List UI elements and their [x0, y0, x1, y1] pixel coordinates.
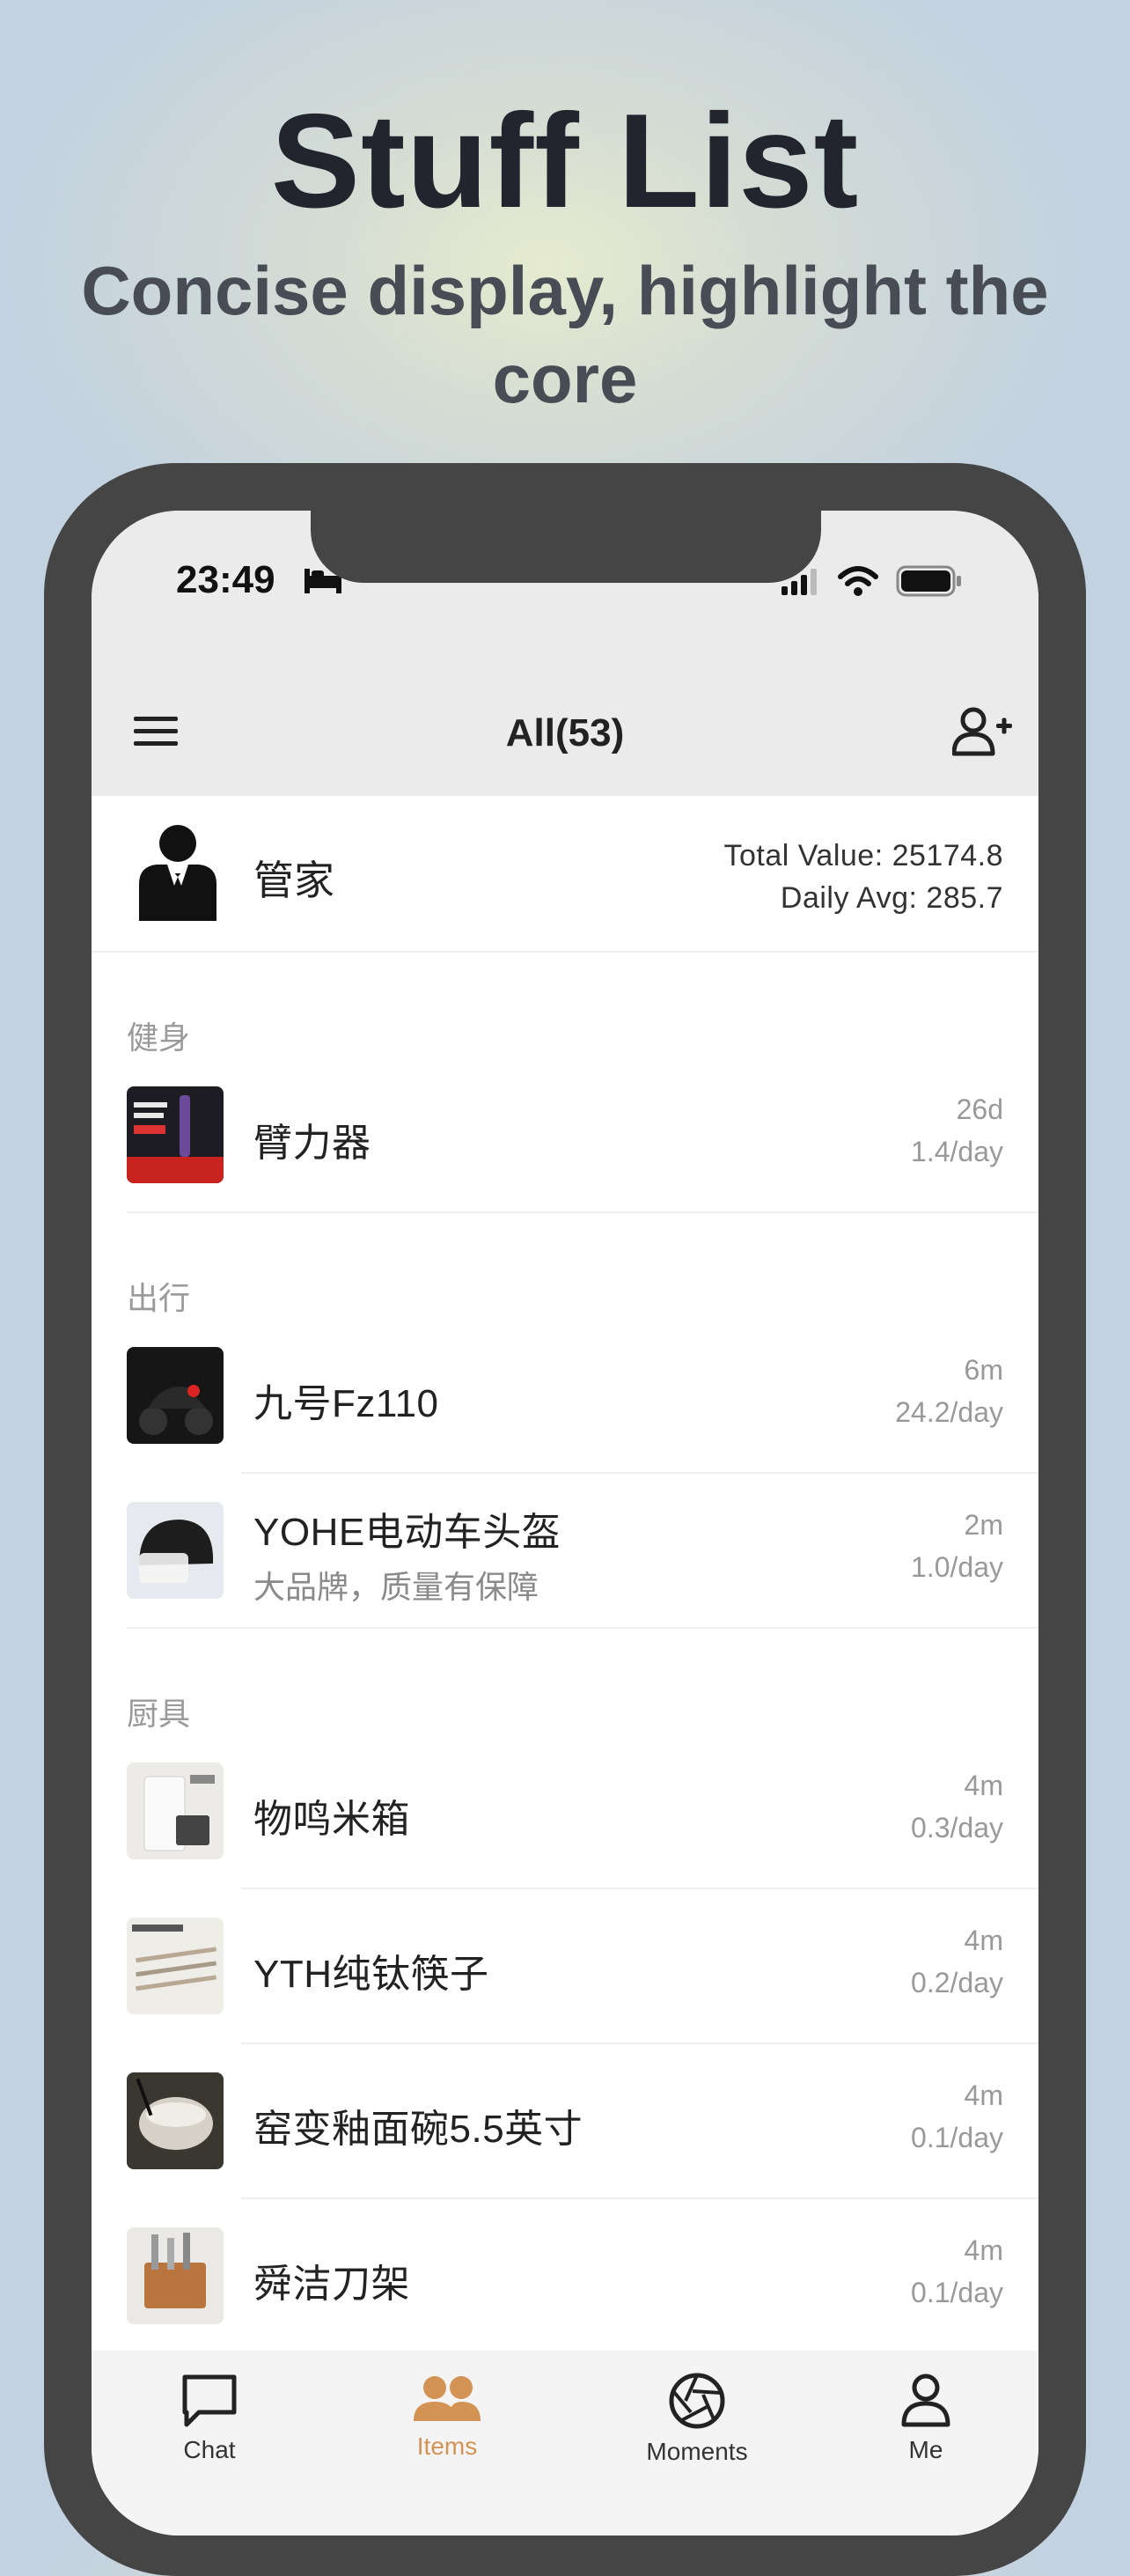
- tab-moments-label: Moments: [646, 2438, 748, 2465]
- item-per-day: 0.3/day: [911, 1812, 1003, 1844]
- item-name: 九号Fz110: [253, 1382, 439, 1425]
- tab-items-label: Items: [416, 2432, 478, 2460]
- item-duration: 4m: [964, 1925, 1003, 1956]
- item-meta: 4m 0.3/day: [911, 1764, 1003, 1849]
- item-per-day: 0.1/day: [911, 2122, 1003, 2153]
- list-item[interactable]: YTH纯钛筷子 4m 0.2/day: [92, 1889, 1038, 2044]
- butler-avatar-icon: [134, 824, 222, 927]
- tab-chat-label: Chat: [183, 2436, 236, 2463]
- tab-chat[interactable]: Chat: [130, 2372, 289, 2464]
- item-note: 大品牌，质量有保障: [253, 1569, 539, 1605]
- item-per-day: 1.4/day: [911, 1136, 1003, 1167]
- item-name: 舜洁刀架: [253, 2263, 410, 2306]
- item-name: YOHE电动车头盔: [253, 1511, 561, 1554]
- list-item[interactable]: 九号Fz110 6m 24.2/day: [92, 1319, 1038, 1474]
- item-thumbnail: [127, 2072, 224, 2169]
- daily-average: Daily Avg: 285.7: [780, 881, 1003, 915]
- add-user-icon[interactable]: [951, 706, 1014, 762]
- item-duration: 4m: [964, 1770, 1003, 1801]
- item-thumbnail: [127, 2227, 224, 2324]
- item-duration: 4m: [964, 2079, 1003, 2111]
- people-icon: [412, 2376, 482, 2428]
- phone-screen: 23:49 All(53) 管家 Total Value: 25174.8 Da…: [92, 511, 1038, 2536]
- item-meta: 4m 0.1/day: [911, 2074, 1003, 2159]
- status-time: 23:49: [176, 558, 275, 601]
- item-per-day: 0.1/day: [911, 2277, 1003, 2308]
- list-item[interactable]: 窑变釉面碗5.5英寸 4m 0.1/day: [92, 2044, 1038, 2199]
- tab-me[interactable]: Me: [847, 2372, 1005, 2464]
- person-icon: [899, 2374, 952, 2432]
- stuff-list: 管家 Total Value: 25174.8 Daily Avg: 285.7…: [92, 796, 1038, 2354]
- total-value: Total Value: 25174.8: [723, 839, 1003, 872]
- summary-stats: Total Value: 25174.8 Daily Avg: 285.7: [724, 835, 1004, 919]
- item-thumbnail: [127, 1502, 224, 1599]
- item-name: 臂力器: [253, 1122, 371, 1165]
- section-header-travel: 出行: [127, 1280, 191, 1316]
- tab-bar: Chat Items Moments Me: [92, 2351, 1038, 2536]
- tab-items[interactable]: Items: [368, 2372, 526, 2461]
- item-per-day: 24.2/day: [895, 1396, 1003, 1428]
- chat-bubble-icon: [180, 2374, 239, 2432]
- page-title: All(53): [505, 711, 625, 754]
- list-item[interactable]: 物鸣米箱 4m 0.3/day: [92, 1734, 1038, 1889]
- item-thumbnail: [127, 1763, 224, 1859]
- owner-summary-row[interactable]: 管家 Total Value: 25174.8 Daily Avg: 285.7: [92, 796, 1038, 953]
- item-name: 窑变釉面碗5.5英寸: [253, 2108, 583, 2151]
- nav-bar: All(53): [92, 669, 1038, 796]
- list-item[interactable]: 舜洁刀架 4m 0.1/day: [92, 2199, 1038, 2354]
- owner-name: 管家: [253, 857, 334, 903]
- item-duration: 6m: [964, 1354, 1003, 1386]
- item-duration: 4m: [964, 2234, 1003, 2266]
- battery-icon: [896, 565, 963, 601]
- tab-moments[interactable]: Moments: [618, 2372, 776, 2466]
- aperture-icon: [668, 2373, 726, 2433]
- list-item[interactable]: 臂力器 26d 1.4/day: [92, 1058, 1038, 1213]
- hero-subtitle: Concise display, highlight the core: [81, 252, 1049, 417]
- hero-title: Stuff List: [270, 86, 860, 236]
- item-duration: 2m: [964, 1509, 1003, 1541]
- item-meta: 4m 0.1/day: [911, 2229, 1003, 2314]
- item-meta: 26d 1.4/day: [911, 1088, 1003, 1173]
- item-meta: 6m 24.2/day: [895, 1349, 1003, 1433]
- tab-me-label: Me: [908, 2436, 943, 2463]
- section-header-kitchenware: 厨具: [127, 1696, 191, 1732]
- item-meta: 4m 0.2/day: [911, 1919, 1003, 2004]
- section-header-fitness: 健身: [127, 1019, 191, 1056]
- item-name: 物鸣米箱: [253, 1798, 410, 1841]
- item-meta: 2m 1.0/day: [911, 1504, 1003, 1588]
- phone-notch: [311, 511, 821, 583]
- list-item[interactable]: YOHE电动车头盔 大品牌，质量有保障 2m 1.0/day: [92, 1474, 1038, 1629]
- item-duration: 26d: [956, 1093, 1003, 1125]
- item-per-day: 1.0/day: [911, 1551, 1003, 1583]
- item-per-day: 0.2/day: [911, 1967, 1003, 1998]
- item-thumbnail: [127, 1347, 224, 1444]
- wifi-icon: [838, 566, 878, 600]
- item-name: YTH纯钛筷子: [253, 1953, 489, 1996]
- item-thumbnail: [127, 1917, 224, 2014]
- item-thumbnail: [127, 1086, 224, 1183]
